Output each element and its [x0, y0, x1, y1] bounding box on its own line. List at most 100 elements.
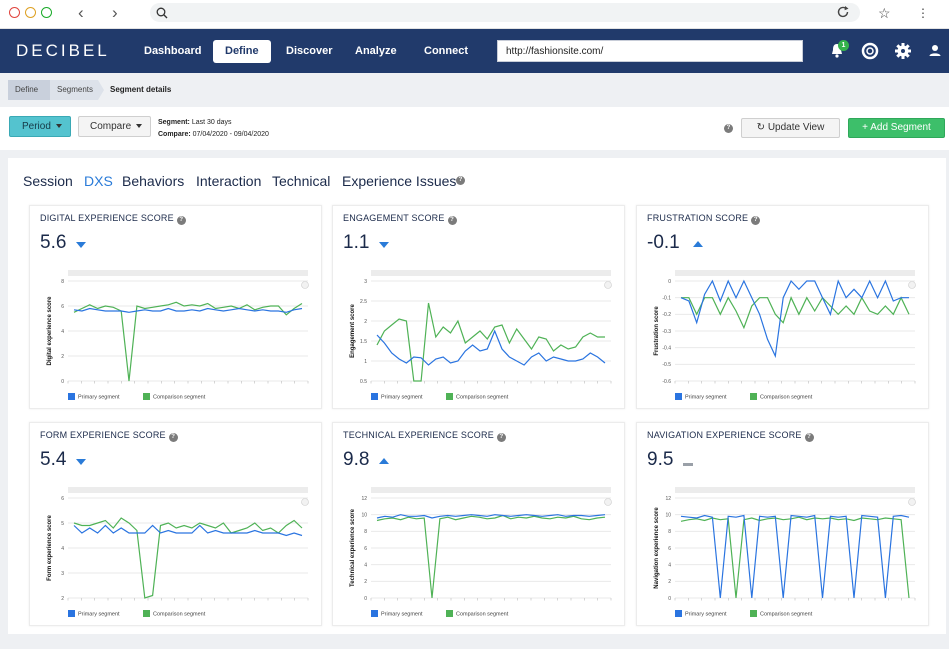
compare-dropdown-button[interactable]: Compare [78, 116, 151, 137]
legend-primary-swatch[interactable] [371, 610, 378, 617]
tab-behaviors[interactable]: Behaviors [122, 173, 184, 189]
legend-primary-label[interactable]: Primary segment [685, 612, 727, 618]
breadcrumb-define[interactable]: Define [8, 80, 52, 100]
reload-icon[interactable] [836, 5, 850, 19]
legend-comparison-label[interactable]: Comparison segment [153, 395, 206, 401]
decibel-logo[interactable]: DECIBEL [16, 41, 110, 61]
y-tick-label: 0 [364, 596, 367, 602]
legend-comparison-swatch[interactable] [143, 393, 150, 400]
breadcrumb-segments[interactable]: Segments [50, 80, 98, 100]
y-tick-label: 2 [61, 596, 64, 602]
line-chart: -0.6 -0.5 -0.4 -0.3 -0.2 -0.1 0 Frustration sco… [654, 270, 916, 401]
back-arrow-icon[interactable]: ‹ [78, 3, 84, 23]
primary-series-line [680, 279, 909, 359]
chart-menu-icon[interactable] [301, 498, 309, 506]
segment-info: Segment: Last 30 days Compare: 07/04/202… [158, 117, 269, 141]
legend-primary-label[interactable]: Primary segment [381, 612, 423, 618]
legend-comparison-label[interactable]: Comparison segment [153, 612, 206, 618]
add-segment-button[interactable]: + Add Segment [848, 118, 945, 138]
legend-comparison-swatch[interactable] [143, 610, 150, 617]
y-tick-label: -0.3 [662, 329, 671, 335]
comparison-series-line [376, 302, 605, 382]
chart-zoom-bar[interactable] [371, 487, 611, 493]
y-tick-label: 6 [364, 546, 367, 552]
tab-session[interactable]: Session [23, 173, 73, 189]
y-tick-label: 4 [61, 329, 64, 335]
nav-analyze[interactable]: Analyze [343, 40, 409, 63]
y-tick-label: 6 [61, 304, 64, 310]
primary-series-line [680, 514, 910, 599]
legend-primary-label[interactable]: Primary segment [381, 395, 423, 401]
legend-primary-swatch[interactable] [371, 393, 378, 400]
score-card: TECHNICAL EXPERIENCE SCORE? 9.8 0 2 4 6 8 10 12 T… [332, 422, 625, 626]
chart-menu-icon[interactable] [301, 281, 309, 289]
site-url-input[interactable] [497, 40, 803, 62]
legend-comparison-label[interactable]: Comparison segment [456, 395, 509, 401]
legend-primary-label[interactable]: Primary segment [78, 612, 120, 618]
y-tick-label: 2.5 [360, 299, 367, 305]
compare-info-value: 07/04/2020 - 09/04/2020 [192, 131, 269, 138]
legend-primary-swatch[interactable] [675, 610, 682, 617]
y-tick-label: 2 [364, 319, 367, 325]
legend-primary-swatch[interactable] [675, 393, 682, 400]
line-chart: 0.5 1 1.5 2 2.5 3 Engagement score Primary segm… [350, 270, 612, 401]
legend-primary-swatch[interactable] [68, 610, 75, 617]
legend-primary-swatch[interactable] [68, 393, 75, 400]
segment-info-label: Segment: [158, 119, 190, 126]
y-axis-label: Frustration score [654, 306, 660, 356]
y-tick-label: 4 [364, 562, 367, 568]
user-profile-icon[interactable] [925, 41, 945, 61]
legend-comparison-swatch[interactable] [750, 393, 757, 400]
chart-menu-icon[interactable] [908, 281, 916, 289]
update-view-button[interactable]: ↻ Update View [741, 118, 840, 138]
legend-comparison-swatch[interactable] [750, 610, 757, 617]
bookmark-star-icon[interactable]: ☆ [878, 3, 891, 23]
chart-menu-icon[interactable] [604, 498, 612, 506]
nav-dashboard[interactable]: Dashboard [132, 40, 213, 63]
chart-zoom-bar[interactable] [68, 270, 308, 276]
legend-primary-label[interactable]: Primary segment [685, 395, 727, 401]
y-tick-label: -0.1 [662, 295, 671, 301]
line-chart: 0 2 4 6 8 10 12 Navigation experience score Prim… [654, 487, 916, 618]
settings-gear-icon[interactable] [893, 41, 913, 61]
maximize-window-dot[interactable] [41, 7, 52, 18]
period-dropdown-button[interactable]: Period [9, 116, 71, 137]
chart-zoom-bar[interactable] [675, 270, 915, 276]
forward-arrow-icon[interactable]: › [112, 3, 118, 23]
tab-experience-issues[interactable]: Experience Issues [342, 173, 456, 189]
chart-zoom-bar[interactable] [371, 270, 611, 276]
nav-define[interactable]: Define [213, 40, 271, 63]
close-window-dot[interactable] [9, 7, 20, 18]
legend-comparison-label[interactable]: Comparison segment [456, 612, 509, 618]
legend-comparison-swatch[interactable] [446, 393, 453, 400]
y-tick-label: 4 [61, 546, 64, 552]
y-tick-label: 6 [61, 496, 64, 502]
y-axis-label: Digital experience score [47, 296, 53, 366]
score-card: FORM EXPERIENCE SCORE? 5.4 2 3 4 5 6 Form exper… [29, 422, 322, 626]
chevron-down-icon [136, 124, 143, 129]
tab-technical[interactable]: Technical [272, 173, 330, 189]
y-tick-label: 8 [364, 529, 367, 535]
chart-menu-icon[interactable] [908, 498, 916, 506]
score-card: NAVIGATION EXPERIENCE SCORE? 9.5 0 2 4 6 8 10 12… [636, 422, 929, 626]
chart-menu-icon[interactable] [604, 281, 612, 289]
minimize-window-dot[interactable] [25, 7, 36, 18]
legend-comparison-swatch[interactable] [446, 610, 453, 617]
chart-zoom-bar[interactable] [675, 487, 915, 493]
help-icon[interactable]: ? [724, 124, 733, 133]
legend-primary-label[interactable]: Primary segment [78, 395, 120, 401]
nav-connect[interactable]: Connect [412, 40, 480, 63]
more-menu-icon[interactable]: ⋮ [917, 3, 929, 23]
help-icon[interactable]: ? [456, 176, 465, 185]
browser-address-bar[interactable] [150, 3, 860, 22]
chart-zoom-bar[interactable] [68, 487, 308, 493]
tab-dxs[interactable]: DXS [84, 173, 113, 189]
tab-interaction[interactable]: Interaction [196, 173, 261, 189]
nav-discover[interactable]: Discover [274, 40, 344, 63]
y-axis-label: Form experience score [47, 514, 53, 580]
legend-comparison-label[interactable]: Comparison segment [760, 612, 813, 618]
help-lifebuoy-icon[interactable] [860, 41, 880, 61]
y-tick-label: 12 [361, 496, 367, 502]
legend-comparison-label[interactable]: Comparison segment [760, 395, 813, 401]
comparison-series-line [73, 517, 303, 599]
